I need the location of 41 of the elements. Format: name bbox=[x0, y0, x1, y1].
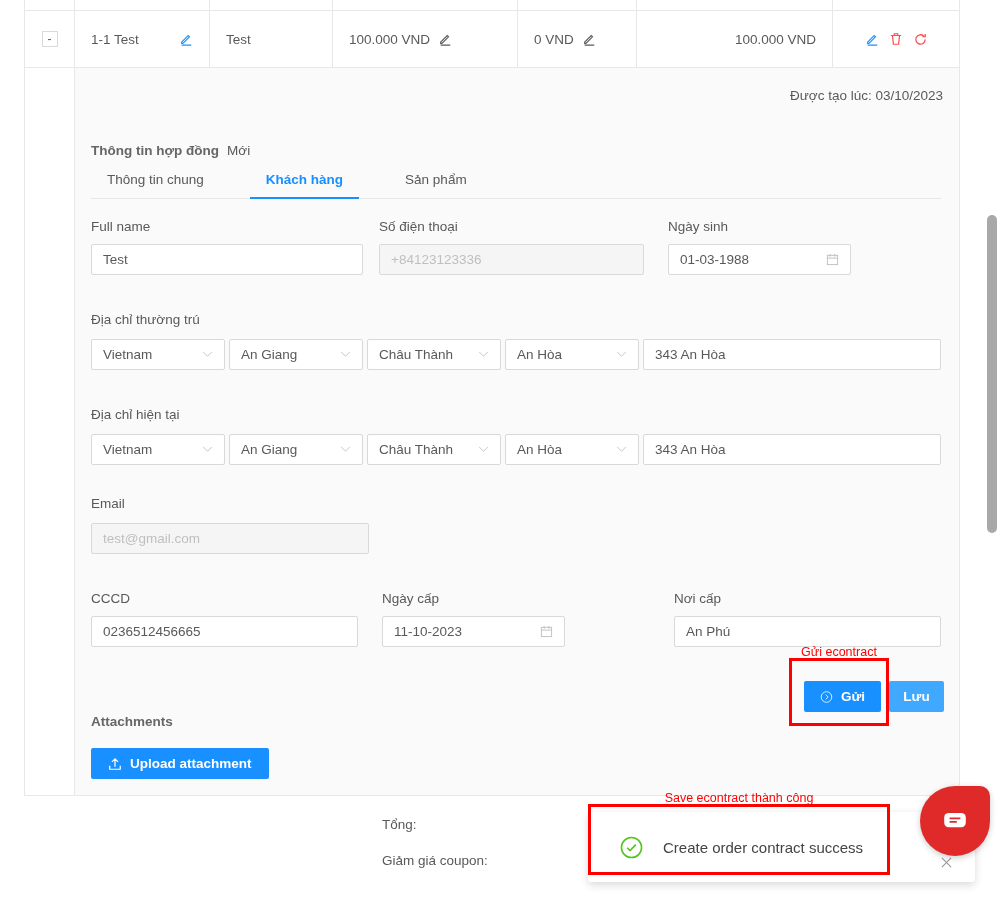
field-label: Địa chỉ thường trú bbox=[91, 311, 201, 329]
summary-label: Giảm giá coupon: bbox=[382, 852, 488, 868]
collapse-toggle[interactable]: - bbox=[41, 31, 58, 47]
section-title: Attachments bbox=[91, 714, 173, 729]
item-name: 1-1 Test bbox=[91, 31, 139, 47]
field-label: Email bbox=[91, 495, 126, 513]
select-field[interactable]: Châu Thành bbox=[367, 339, 501, 370]
summary-label: Tổng: bbox=[382, 816, 417, 832]
field-label: Full name bbox=[91, 218, 152, 236]
date-field[interactable]: 01-03-1988 bbox=[668, 244, 851, 275]
select-field[interactable]: Vietnam bbox=[91, 434, 225, 465]
select-field[interactable]: Châu Thành bbox=[367, 434, 501, 465]
annotation-label: Gửi econtract bbox=[801, 647, 877, 658]
field-label: Nơi cấp bbox=[674, 590, 723, 608]
created-date: Được tạo lúc: 03/10/2023 bbox=[790, 88, 943, 103]
field-label: Ngày cấp bbox=[382, 590, 441, 608]
field-label: Địa chỉ hiện tại bbox=[91, 406, 181, 424]
tab[interactable]: Sản phẩm bbox=[389, 162, 483, 199]
price: 100.000 VND bbox=[349, 31, 431, 47]
total: 100.000 VND bbox=[734, 31, 816, 47]
select-field[interactable]: An Giang bbox=[229, 339, 363, 370]
input-field[interactable]: 343 An Hòa bbox=[643, 339, 941, 370]
select-field[interactable]: Vietnam bbox=[91, 339, 225, 370]
section-title: Thông tin hợp đồng bbox=[91, 143, 220, 158]
annotation-label: Save econtract thành công bbox=[664, 793, 814, 804]
input-field[interactable]: An Phú bbox=[674, 616, 941, 647]
input-field[interactable]: 0236512456665 bbox=[91, 616, 358, 647]
field-label: Số điện thoại bbox=[379, 218, 459, 236]
input-field[interactable]: Test bbox=[91, 244, 363, 275]
field-label: Ngày sinh bbox=[668, 218, 730, 236]
toast-message: Create order contract success bbox=[663, 838, 864, 856]
product-name: Test bbox=[226, 31, 251, 47]
tab[interactable]: Thông tin chung bbox=[91, 162, 220, 199]
date-field[interactable]: 11-10-2023 bbox=[382, 616, 565, 647]
select-field[interactable]: An Hòa bbox=[505, 339, 639, 370]
contract-status: Mới bbox=[227, 143, 251, 158]
input-field[interactable]: 343 An Hòa bbox=[643, 434, 941, 465]
field-label: CCCD bbox=[91, 590, 131, 608]
select-field[interactable]: An Hòa bbox=[505, 434, 639, 465]
select-field[interactable]: An Giang bbox=[229, 434, 363, 465]
discount: 0 VND bbox=[534, 31, 574, 47]
